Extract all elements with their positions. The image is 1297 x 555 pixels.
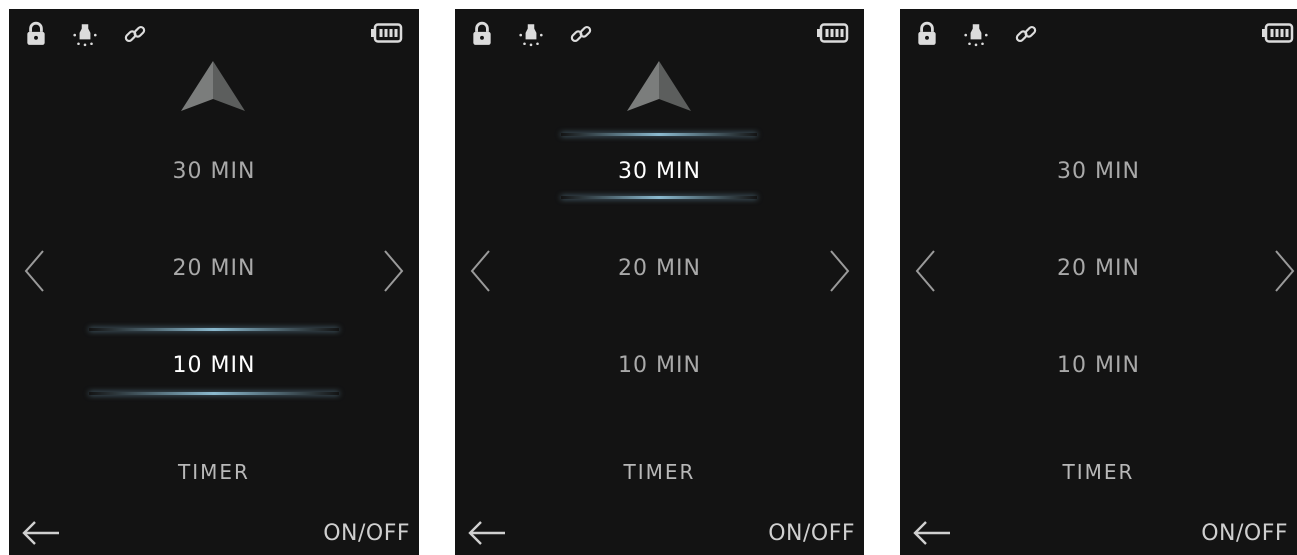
- on-off-button[interactable]: ON/OFF: [768, 521, 855, 546]
- selection-bottom-line: [89, 392, 339, 395]
- option-30-min[interactable]: 30 MIN: [900, 157, 1297, 187]
- option-30-min[interactable]: 30 MIN: [455, 157, 864, 187]
- selection-bottom-line: [561, 196, 757, 199]
- back-arrow-icon[interactable]: [912, 519, 952, 547]
- on-off-button[interactable]: ON/OFF: [1201, 521, 1288, 546]
- chevron-right-icon[interactable]: [1274, 249, 1296, 293]
- chevron-right-icon[interactable]: [829, 249, 851, 293]
- link-icon: [1013, 21, 1039, 47]
- light-icon: [963, 21, 989, 47]
- lock-icon: [23, 21, 49, 47]
- back-arrow-icon[interactable]: [467, 519, 507, 547]
- battery-icon: [1262, 23, 1294, 43]
- option-20-min[interactable]: 20 MIN: [9, 254, 419, 284]
- scroll-up-arrow-icon[interactable]: [627, 61, 691, 111]
- chevron-left-icon[interactable]: [23, 249, 45, 293]
- scroll-up-arrow-icon[interactable]: [181, 61, 245, 111]
- option-20-min[interactable]: 20 MIN: [900, 254, 1297, 284]
- light-icon: [72, 21, 98, 47]
- mode-label: TIMER: [623, 460, 696, 484]
- timer-screen-1: 30 MIN 20 MIN 10 MIN TIMER ON/OFF: [9, 9, 419, 555]
- mode-label: TIMER: [178, 460, 250, 484]
- option-10-min[interactable]: 10 MIN: [9, 351, 419, 381]
- option-10-min[interactable]: 10 MIN: [455, 351, 864, 381]
- battery-icon: [817, 23, 849, 43]
- back-arrow-icon[interactable]: [21, 519, 61, 547]
- timer-screen-2: 30 MIN 20 MIN 10 MIN TIMER ON/OFF: [455, 9, 864, 555]
- chevron-right-icon[interactable]: [383, 249, 405, 293]
- option-20-min[interactable]: 20 MIN: [455, 254, 864, 284]
- on-off-button[interactable]: ON/OFF: [323, 521, 410, 546]
- link-icon: [568, 21, 594, 47]
- chevron-left-icon[interactable]: [469, 249, 491, 293]
- link-icon: [122, 21, 148, 47]
- battery-icon: [371, 23, 403, 43]
- option-30-min[interactable]: 30 MIN: [9, 157, 419, 187]
- light-icon: [518, 21, 544, 47]
- option-10-min[interactable]: 10 MIN: [900, 351, 1297, 381]
- mode-label: TIMER: [1062, 460, 1135, 484]
- lock-icon: [469, 21, 495, 47]
- timer-screen-3: 30 MIN 20 MIN 10 MIN TIMER ON/OFF: [900, 9, 1297, 555]
- selection-top-line: [89, 328, 339, 331]
- selection-top-line: [561, 133, 757, 136]
- chevron-left-icon[interactable]: [914, 249, 936, 293]
- lock-icon: [914, 21, 940, 47]
